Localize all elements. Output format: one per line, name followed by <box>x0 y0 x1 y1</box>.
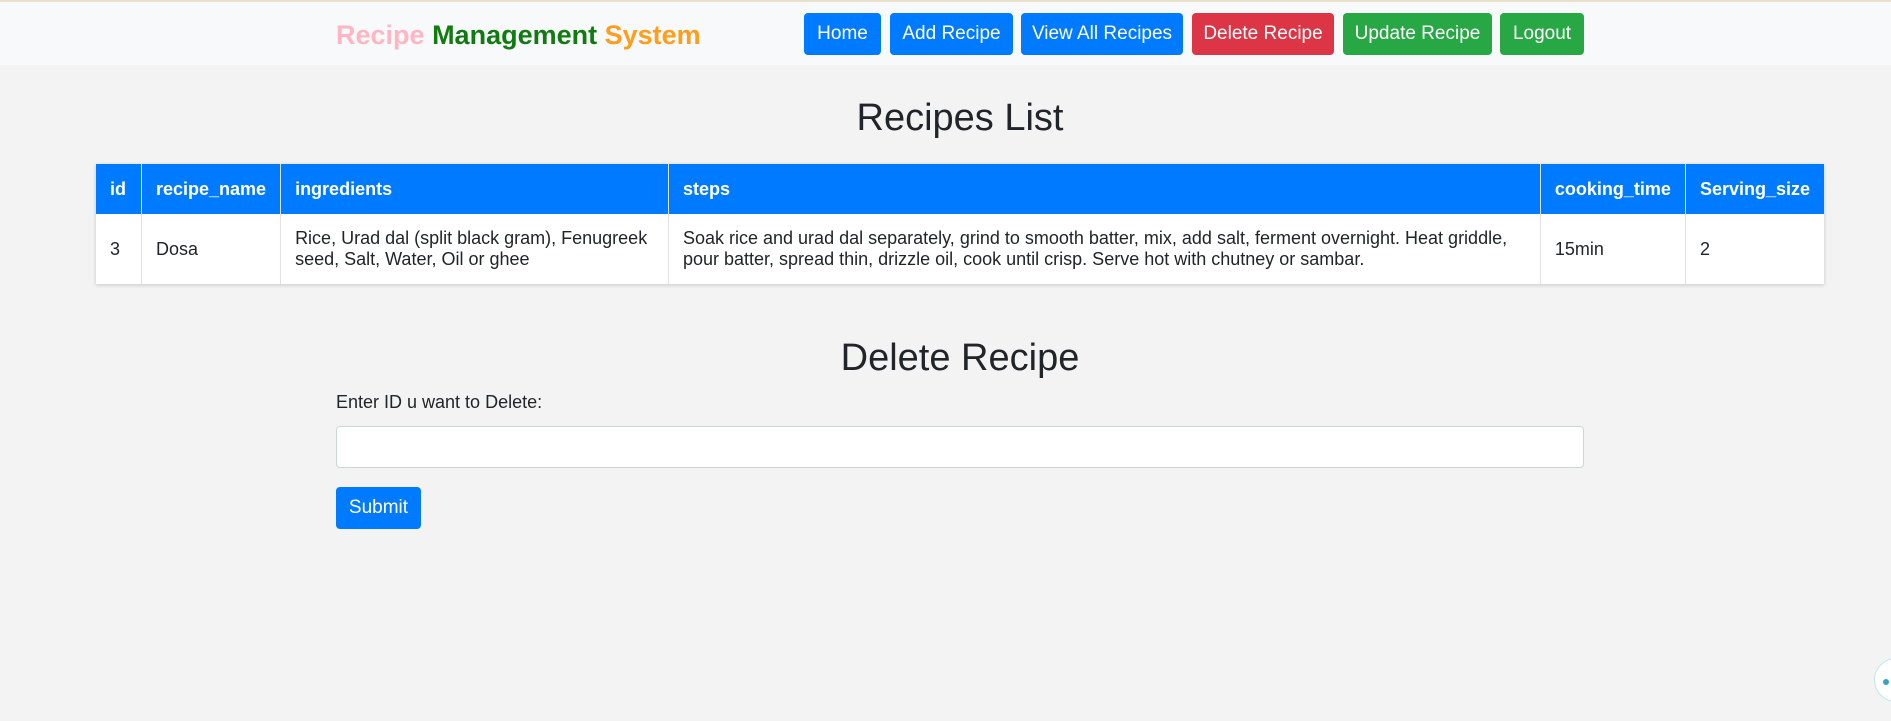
cell-steps: Soak rice and urad dal separately, grind… <box>668 214 1541 284</box>
logout-button[interactable]: Logout <box>1500 13 1584 55</box>
update-recipe-button[interactable]: Update Recipe <box>1343 13 1492 55</box>
cell-serving-size: 2 <box>1699 238 1710 259</box>
column-header-serving-size: Serving_size <box>1685 164 1824 214</box>
column-header-id: id <box>96 164 142 214</box>
column-header-steps: steps <box>668 164 1541 214</box>
column-header-recipe-name: recipe_name <box>141 164 282 214</box>
recipes-table: id recipe_name ingredients steps cooking… <box>96 164 1824 284</box>
submit-button[interactable]: Submit <box>336 487 421 529</box>
cell-recipe-name: Dosa <box>141 214 282 284</box>
brand-title: Recipe Management System <box>336 19 701 51</box>
cell-id: 3 <box>96 214 142 284</box>
column-header-cooking-time: cooking_time <box>1540 164 1686 214</box>
home-button[interactable]: Home <box>804 13 881 55</box>
table-header-row: id recipe_name ingredients steps cooking… <box>96 164 1824 214</box>
delete-recipe-button[interactable]: Delete Recipe <box>1192 13 1334 55</box>
delete-id-label: Enter ID u want to Delete: <box>336 392 543 412</box>
brand-word-system: System <box>604 20 701 50</box>
view-all-recipes-button[interactable]: View All Recipes <box>1021 13 1183 55</box>
cell-ingredients: Rice, Urad dal (split black gram), Fenug… <box>280 214 669 284</box>
cell-cooking-time: 15min <box>1540 214 1686 284</box>
chat-dot <box>1883 679 1889 685</box>
column-header-ingredients: ingredients <box>280 164 669 214</box>
table-row: 3 Dosa Rice, Urad dal (split black gram)… <box>96 214 1824 284</box>
navbar: Recipe Management System Home Add Recipe… <box>0 2 1891 65</box>
brand-word-management: Management <box>432 20 598 50</box>
delete-recipe-heading: Delete Recipe <box>840 337 1080 379</box>
brand-word-recipe: Recipe <box>336 20 425 50</box>
add-recipe-button[interactable]: Add Recipe <box>890 13 1013 55</box>
chat-bubble-icon[interactable] <box>1874 658 1891 702</box>
recipes-list-heading: Recipes List <box>856 97 1064 139</box>
delete-id-input[interactable] <box>336 426 1584 468</box>
